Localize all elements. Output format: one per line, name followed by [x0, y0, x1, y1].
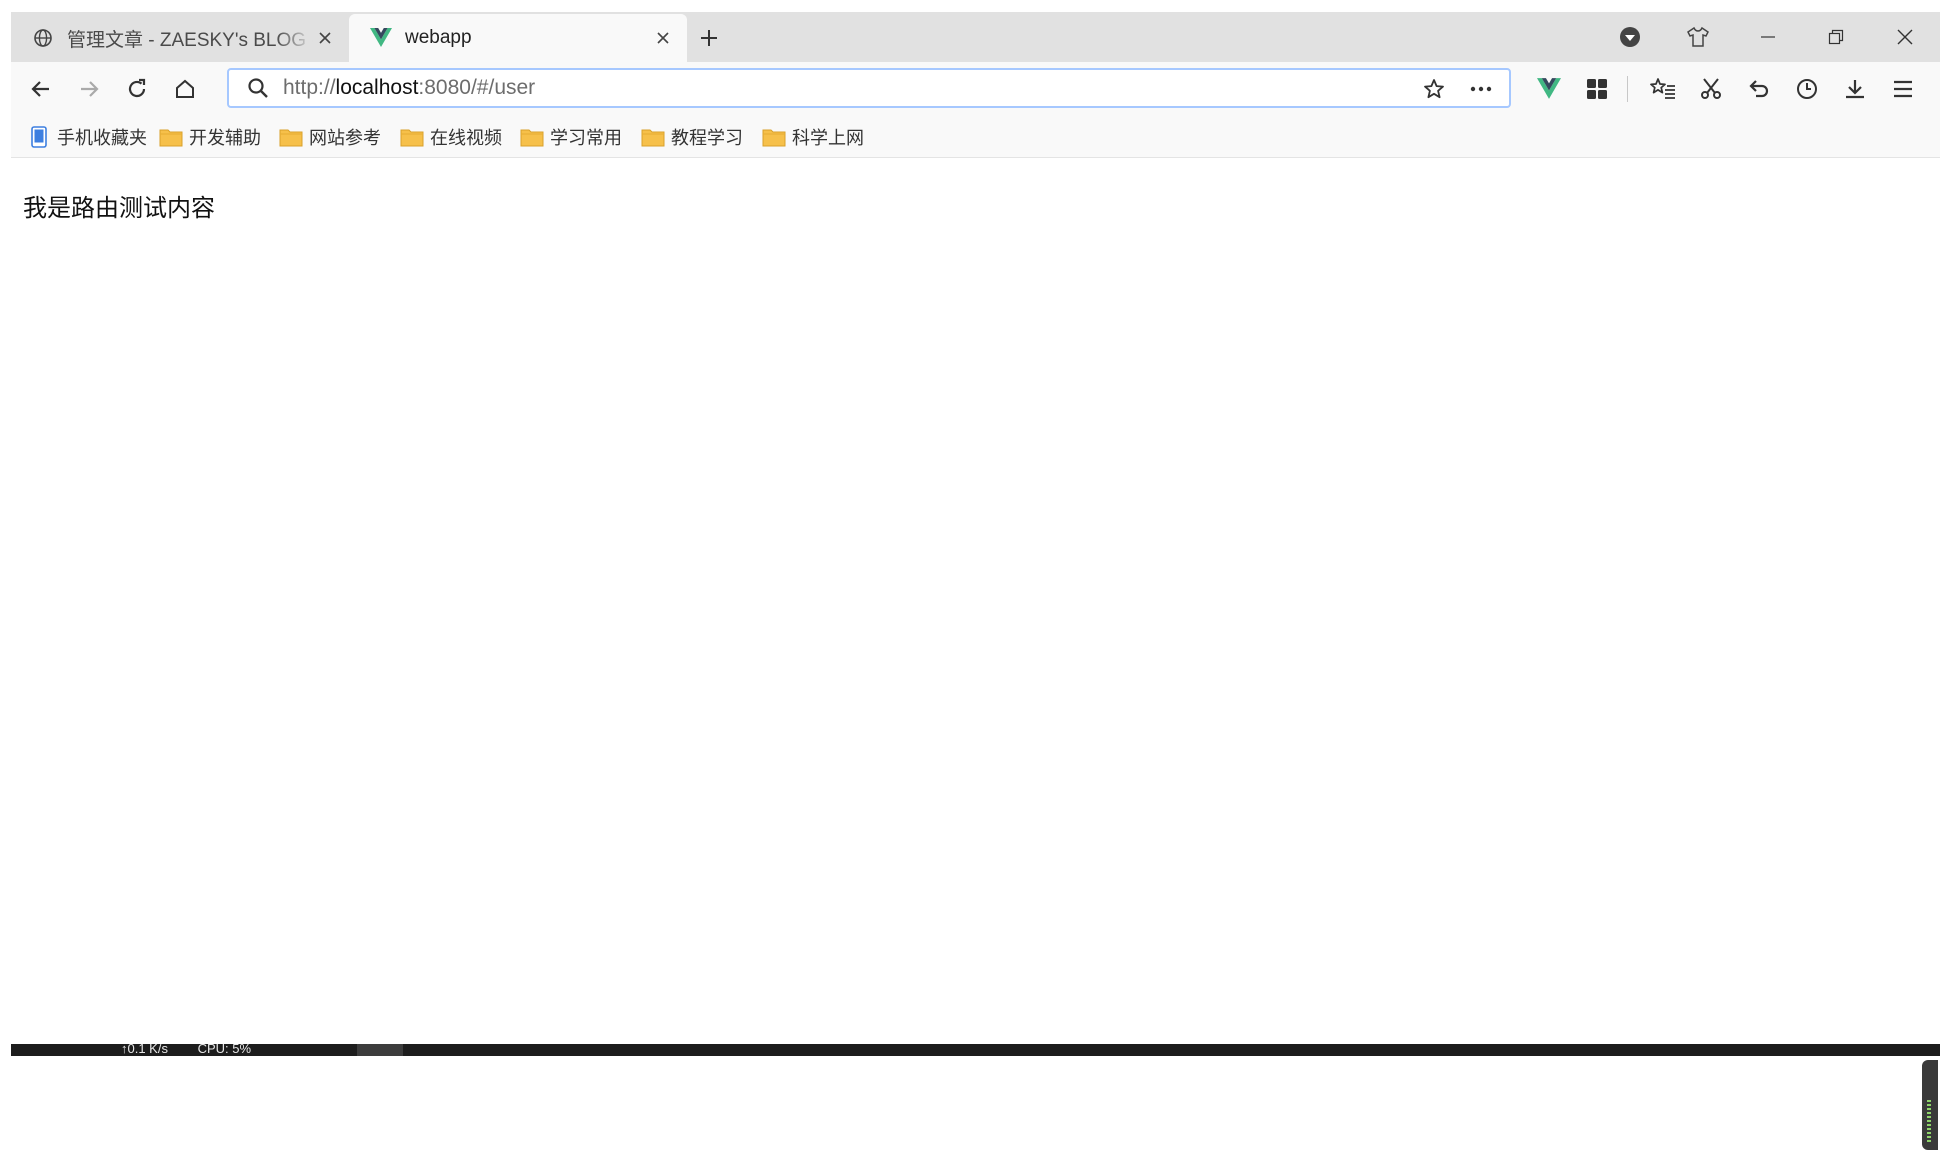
bookmark-mobile[interactable]: 手机收藏夹 [27, 125, 147, 149]
bookmark-folder[interactable]: 学习常用 [520, 125, 622, 149]
apps-grid-icon[interactable] [1581, 73, 1613, 105]
back-arrow-icon [31, 81, 49, 97]
folder-icon [159, 125, 183, 149]
taskbar: ↑0.1 K/s CPU: 5% [11, 1044, 1940, 1056]
vue-logo-icon [369, 26, 393, 50]
folder-icon [400, 125, 424, 149]
system-monitor-widget[interactable] [1922, 1060, 1938, 1150]
restore-icon [1828, 29, 1844, 45]
url-path: :8080/#/user [418, 76, 536, 99]
navigation-toolbar: http://localhost:8080/#/user [11, 62, 1940, 116]
close-icon [1897, 29, 1913, 45]
folder-icon [279, 125, 303, 149]
url-text[interactable]: http://localhost:8080/#/user [283, 76, 535, 100]
history-clock-icon[interactable] [1791, 73, 1823, 105]
bookmark-folder[interactable]: 科学上网 [762, 125, 864, 149]
address-bar[interactable]: http://localhost:8080/#/user [227, 68, 1511, 108]
url-host: localhost [335, 76, 419, 99]
bookmarks-bar: 手机收藏夹 开发辅助 网站参考 在线视频 学习常用 教程学习 科学上网 [11, 116, 1940, 158]
home-button[interactable] [169, 73, 201, 105]
meter-bar [1927, 1100, 1931, 1142]
bookmark-label: 教程学习 [671, 128, 743, 148]
network-speed: ↑0.1 K/s [121, 1044, 168, 1056]
account-dropdown-icon[interactable] [1613, 20, 1647, 54]
bookmark-label: 科学上网 [792, 128, 864, 148]
reload-button[interactable] [121, 73, 153, 105]
bookmark-label: 手机收藏夹 [57, 128, 147, 148]
home-icon [176, 79, 194, 98]
more-actions-icon[interactable] [1467, 76, 1495, 102]
browser-window: 管理文章 - ZAESKY's BLOG - WordPress webapp [11, 12, 1940, 1150]
bookmark-label: 开发辅助 [189, 128, 261, 148]
toolbar-separator [1627, 76, 1628, 102]
theme-shirt-icon[interactable] [1681, 20, 1715, 54]
bookmark-folder[interactable]: 教程学习 [641, 125, 743, 149]
minimize-button[interactable] [1751, 20, 1785, 54]
globe-icon [31, 26, 55, 50]
system-stats: ↑0.1 K/s CPU: 5% [121, 1044, 277, 1056]
restore-button[interactable] [1819, 20, 1853, 54]
minimize-icon [1761, 36, 1775, 38]
back-button[interactable] [25, 73, 57, 105]
forward-button[interactable] [73, 73, 105, 105]
tab-title: 管理文章 - ZAESKY's BLOG - WordPress [67, 29, 313, 51]
undo-icon[interactable] [1743, 73, 1775, 105]
search-icon [245, 75, 271, 101]
close-window-button[interactable] [1888, 20, 1922, 54]
screenshot-scissors-icon[interactable] [1695, 73, 1727, 105]
url-scheme: http:// [283, 76, 336, 99]
bookmark-star-icon[interactable] [1421, 76, 1447, 102]
favorites-list-icon[interactable] [1647, 73, 1679, 105]
tab-title: webapp [405, 27, 472, 48]
bookmark-label: 在线视频 [430, 128, 502, 148]
close-icon[interactable] [313, 26, 337, 50]
bookmark-folder[interactable]: 网站参考 [279, 125, 381, 149]
bookmark-label: 网站参考 [309, 128, 381, 148]
mobile-bookmark-icon [27, 125, 51, 149]
new-tab-button[interactable] [695, 24, 723, 52]
taskbar-item[interactable] [357, 1044, 403, 1056]
menu-hamburger-icon[interactable] [1887, 73, 1919, 105]
route-content: 我是路由测试内容 [23, 195, 215, 222]
forward-arrow-icon [81, 81, 99, 97]
plus-icon [701, 30, 717, 46]
close-icon[interactable] [651, 26, 675, 50]
bookmark-folder[interactable]: 在线视频 [400, 125, 502, 149]
reload-icon [128, 78, 146, 98]
download-icon[interactable] [1839, 73, 1871, 105]
cpu-usage: CPU: 5% [197, 1044, 252, 1056]
vue-devtools-icon[interactable] [1533, 73, 1565, 105]
page-viewport: 我是路由测试内容 [11, 158, 1940, 1150]
tab-webapp[interactable]: webapp [349, 14, 687, 62]
bookmark-label: 学习常用 [550, 128, 622, 148]
folder-icon [641, 125, 665, 149]
folder-icon [762, 125, 786, 149]
bookmark-folder[interactable]: 开发辅助 [159, 125, 261, 149]
folder-icon [520, 125, 544, 149]
tab-strip: 管理文章 - ZAESKY's BLOG - WordPress webapp [11, 12, 1940, 62]
tab-manage-posts[interactable]: 管理文章 - ZAESKY's BLOG - WordPress [11, 14, 349, 62]
